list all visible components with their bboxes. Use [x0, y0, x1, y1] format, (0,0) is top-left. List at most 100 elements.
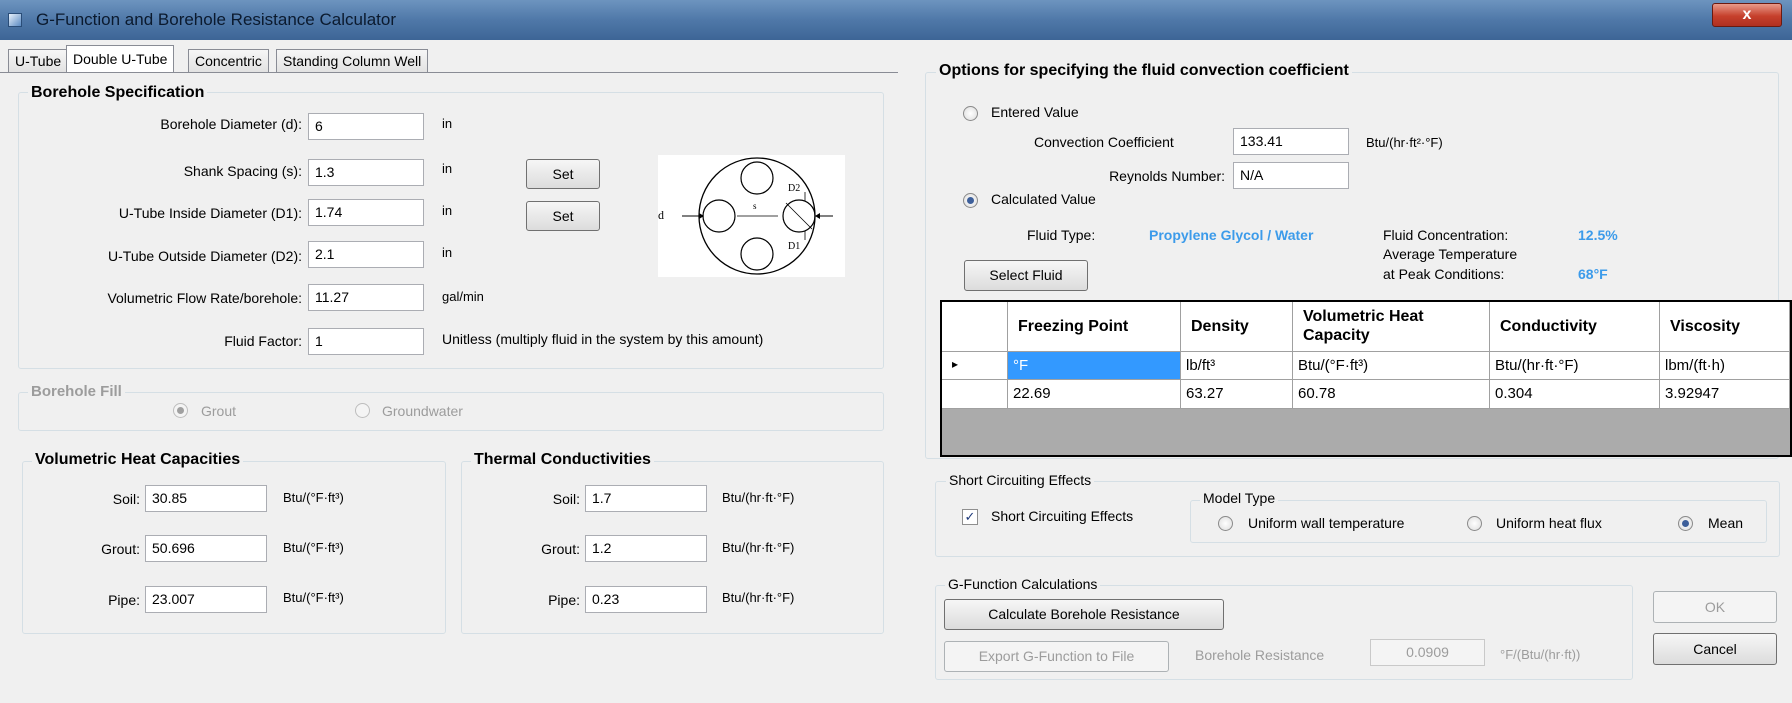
tc-pipe-unit: Btu/(hr·ft·°F)	[722, 590, 795, 605]
avg-temp-label-1: Average Temperature	[1383, 246, 1518, 262]
close-icon: x	[1742, 6, 1752, 23]
borehole-diameter-input[interactable]: 6	[308, 113, 424, 140]
model-type-title: Model Type	[1200, 490, 1279, 506]
fluid-factor-label: Fluid Factor:	[224, 333, 302, 349]
tc-soil-input[interactable]: 1.7	[585, 485, 707, 512]
hc-pipe-label: Pipe:	[108, 592, 140, 608]
shank-spacing-label: Shank Spacing (s):	[183, 163, 302, 179]
diagram-label-d2: D2	[788, 183, 801, 194]
hc-soil-label: Soil:	[112, 491, 140, 507]
tc-pipe-label: Pipe:	[548, 592, 580, 608]
diagram-label-s: s	[753, 201, 757, 211]
uniform-heat-flux-radio[interactable]	[1467, 516, 1482, 531]
tab-double-u-tube[interactable]: Double U-Tube	[66, 45, 175, 73]
grid-cell-unit-conductivity[interactable]: Btu/(hr·ft·°F)	[1490, 352, 1660, 380]
grid-cell-freezing-point[interactable]: 22.69	[1008, 380, 1181, 409]
grid-row-header	[942, 380, 1008, 409]
tab-standing-column-well[interactable]: Standing Column Well	[276, 49, 429, 72]
entered-value-label: Entered Value	[991, 104, 1079, 120]
gfunc-title: G-Function Calculations	[945, 576, 1101, 592]
tc-grout-input[interactable]: 1.2	[585, 535, 707, 562]
fluid-concentration-value: 12.5%	[1578, 227, 1618, 243]
app-icon	[8, 13, 22, 27]
fluid-type-label: Fluid Type:	[1027, 227, 1096, 243]
cancel-button[interactable]: Cancel	[1653, 633, 1777, 665]
hc-grout-unit: Btu/(°F·ft³)	[283, 540, 344, 555]
checkmark-icon: ✓	[964, 509, 976, 524]
grid-cell-conductivity[interactable]: 0.304	[1490, 380, 1660, 409]
flow-rate-input[interactable]: 11.27	[308, 284, 424, 311]
tab-u-tube[interactable]: U-Tube	[8, 49, 69, 72]
borehole-resistance-unit: °F/(Btu/(hr·ft))	[1500, 647, 1581, 662]
hc-pipe-input[interactable]: 23.007	[145, 586, 267, 613]
entered-value-radio[interactable]	[963, 106, 978, 121]
hc-grout-input[interactable]: 50.696	[145, 535, 267, 562]
borehole-resistance-label: Borehole Resistance	[1195, 647, 1325, 663]
select-fluid-button[interactable]: Select Fluid	[964, 260, 1088, 291]
short-circuit-checkbox-label: Short Circuiting Effects	[991, 508, 1134, 524]
mean-radio[interactable]	[1678, 516, 1693, 531]
borehole-diameter-unit: in	[442, 116, 453, 131]
export-gfunction-button[interactable]: Export G-Function to File	[944, 641, 1169, 672]
convection-coef-label: Convection Coefficient	[1034, 134, 1174, 150]
borehole-diagram: d s D2 D1	[658, 155, 845, 277]
short-circuit-checkbox[interactable]: ✓	[962, 509, 978, 525]
mean-label: Mean	[1708, 515, 1744, 531]
grid-header-conductivity: Conductivity	[1490, 302, 1660, 352]
fluid-properties-grid: Freezing Point Density Volumetric Heat C…	[940, 300, 1792, 457]
tc-grout-label: Grout:	[541, 541, 580, 557]
grid-cell-unit-freezing-point[interactable]: °F	[1008, 352, 1181, 380]
flow-rate-unit: gal/min	[442, 289, 484, 304]
shank-spacing-unit: in	[442, 161, 453, 176]
uniform-wall-temp-radio[interactable]	[1218, 516, 1233, 531]
short-circuit-title: Short Circuiting Effects	[946, 472, 1095, 488]
grid-cell-viscosity[interactable]: 3.92947	[1660, 380, 1790, 409]
grid-corner	[942, 302, 1008, 352]
shank-spacing-input[interactable]: 1.3	[308, 159, 424, 186]
diagram-label-d1: D1	[788, 241, 801, 252]
reynolds-input[interactable]: N/A	[1233, 162, 1349, 189]
grid-header-density: Density	[1181, 302, 1293, 352]
grid-cell-heat-capacity[interactable]: 60.78	[1293, 380, 1490, 409]
inside-diameter-label: U-Tube Inside Diameter (D1):	[118, 205, 302, 221]
reynolds-label: Reynolds Number:	[1109, 168, 1225, 184]
fill-grout-label: Grout	[201, 403, 237, 419]
hc-soil-input[interactable]: 30.85	[145, 485, 267, 512]
calculated-value-radio[interactable]	[963, 193, 978, 208]
borehole-spec-title: Borehole Specification	[28, 84, 208, 102]
ok-button[interactable]: OK	[1653, 591, 1777, 623]
flow-rate-label: Volumetric Flow Rate/borehole:	[107, 290, 302, 306]
grid-header-freezing-point: Freezing Point	[1008, 302, 1181, 352]
tab-concentric[interactable]: Concentric	[188, 49, 269, 72]
tc-soil-label: Soil:	[552, 491, 580, 507]
close-button[interactable]: x	[1712, 3, 1782, 27]
grid-cell-unit-density[interactable]: lb/ft³	[1181, 352, 1293, 380]
tc-grout-unit: Btu/(hr·ft·°F)	[722, 540, 795, 555]
grid-cell-unit-viscosity[interactable]: lbm/(ft·h)	[1660, 352, 1790, 380]
calculate-resistance-button[interactable]: Calculate Borehole Resistance	[944, 599, 1224, 630]
uniform-heat-flux-label: Uniform heat flux	[1496, 515, 1602, 531]
fluid-factor-input[interactable]: 1	[308, 328, 424, 355]
inside-diameter-unit: in	[442, 203, 453, 218]
grid-header-volumetric-heat-capacity: Volumetric Heat Capacity	[1293, 302, 1490, 352]
set-shank-spacing-button[interactable]: Set	[526, 159, 600, 189]
inside-diameter-input[interactable]: 1.74	[308, 199, 424, 226]
fluid-concentration-label: Fluid Concentration:	[1383, 227, 1509, 243]
set-inside-diameter-button[interactable]: Set	[526, 201, 600, 231]
hc-soil-unit: Btu/(°F·ft³)	[283, 490, 344, 505]
hc-grout-label: Grout:	[101, 541, 140, 557]
fluid-factor-unit: Unitless (multiply fluid in the system b…	[442, 331, 764, 347]
grid-cell-unit-heat-capacity[interactable]: Btu/(°F·ft³)	[1293, 352, 1490, 380]
outside-diameter-unit: in	[442, 245, 453, 260]
fill-grout-radio	[173, 403, 188, 418]
fill-groundwater-radio	[355, 403, 370, 418]
heat-capacities-title: Volumetric Heat Capacities	[32, 451, 244, 469]
tc-pipe-input[interactable]: 0.23	[585, 586, 707, 613]
outside-diameter-input[interactable]: 2.1	[308, 241, 424, 268]
convection-coef-input[interactable]: 133.41	[1233, 128, 1349, 155]
calculated-value-label: Calculated Value	[991, 191, 1096, 207]
grid-cell-density[interactable]: 63.27	[1181, 380, 1293, 409]
tc-soil-unit: Btu/(hr·ft·°F)	[722, 490, 795, 505]
avg-temp-value: 68°F	[1578, 266, 1608, 282]
borehole-fill-title: Borehole Fill	[28, 383, 125, 400]
